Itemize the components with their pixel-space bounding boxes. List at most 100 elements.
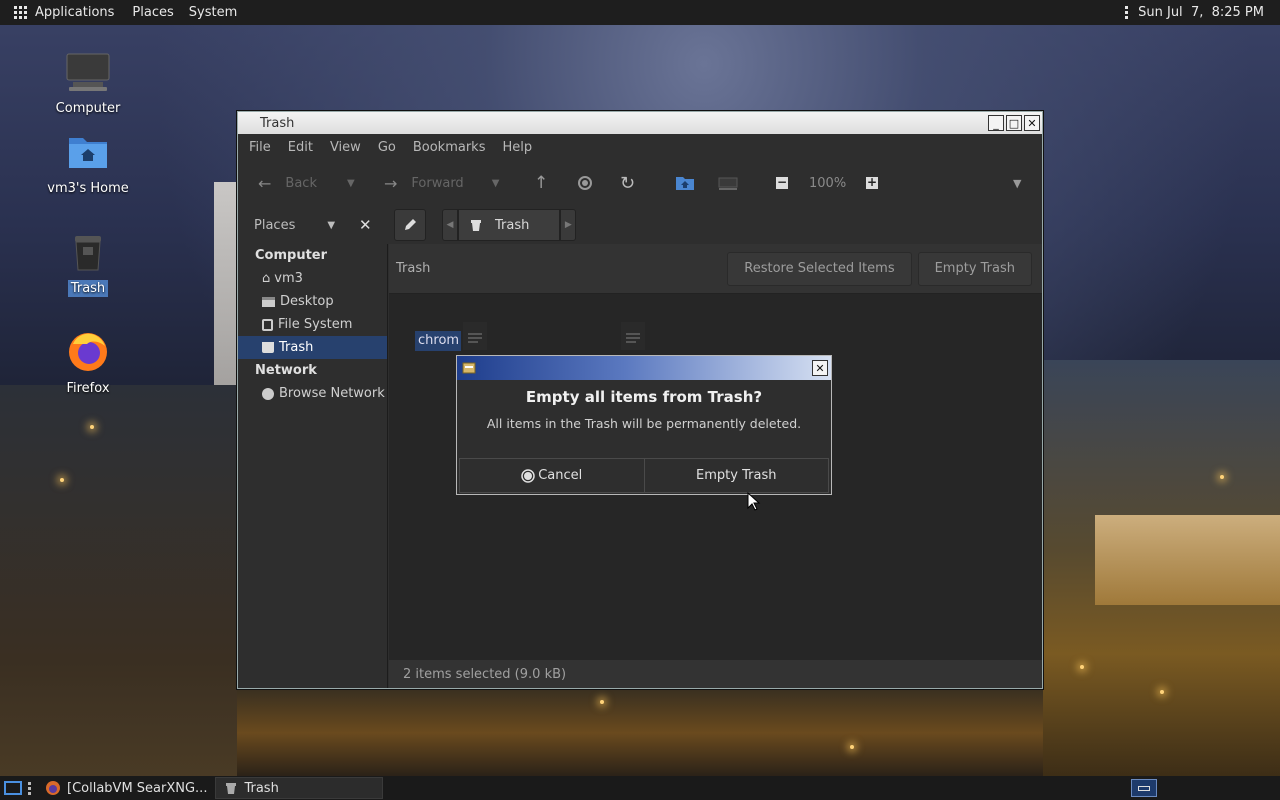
- taskbar-item-trash[interactable]: Trash: [215, 777, 384, 799]
- stop-icon[interactable]: [578, 160, 592, 206]
- taskbar-item-label: Trash: [244, 780, 279, 796]
- wallpaper-street: [237, 690, 1043, 776]
- dialog-close-button[interactable]: ✕: [812, 360, 828, 376]
- menu-edit[interactable]: Edit: [288, 140, 313, 155]
- cancel-icon: [521, 468, 535, 483]
- bottom-panel: [CollabVM SearXNG... Trash: [0, 776, 1280, 800]
- edit-location-button[interactable]: [394, 209, 426, 241]
- taskbar-item-label: [CollabVM SearXNG...: [67, 780, 208, 796]
- desktop-icon-label: Computer: [55, 101, 121, 116]
- file-item-label[interactable]: chrom: [415, 331, 461, 351]
- pathbar: ◀ Trash ▶: [390, 206, 1042, 244]
- menu-places[interactable]: Places: [123, 5, 182, 20]
- toolbar-overflow-icon[interactable]: ▼: [1013, 160, 1021, 206]
- cancel-button[interactable]: Cancel: [460, 459, 644, 492]
- wallpaper-light: [850, 745, 854, 749]
- forward-button[interactable]: → Forward ▼: [384, 160, 499, 206]
- wallpaper-building: [1095, 515, 1280, 605]
- places-label: Places: [254, 217, 296, 233]
- dialog-buttons: Cancel Empty Trash: [459, 458, 829, 493]
- back-label: Back: [285, 175, 317, 191]
- desktop-icon-trash[interactable]: Trash: [38, 230, 138, 297]
- reload-icon[interactable]: ↻: [620, 160, 635, 206]
- menu-help[interactable]: Help: [502, 140, 532, 155]
- globe-icon: [262, 387, 274, 400]
- sidebar-item-label: Browse Network: [279, 386, 385, 401]
- text-file-icon: [621, 322, 645, 350]
- menu-applications[interactable]: Applications: [35, 5, 123, 20]
- menu-file[interactable]: File: [249, 140, 271, 155]
- path-scroll-left[interactable]: ◀: [442, 209, 458, 241]
- wallpaper-light: [1080, 665, 1084, 669]
- path-scroll-right[interactable]: ▶: [560, 209, 577, 241]
- sidebar-item-file-system[interactable]: File System: [238, 313, 387, 336]
- empty-trash-button[interactable]: Empty Trash: [917, 251, 1032, 286]
- wallpaper-light: [1220, 475, 1224, 479]
- menu-system[interactable]: System: [183, 5, 246, 20]
- wallpaper-light: [90, 425, 94, 429]
- home-folder-icon[interactable]: [675, 160, 695, 206]
- keyboard-indicator-icon[interactable]: [1131, 779, 1157, 797]
- home-icon: ⌂: [262, 271, 271, 286]
- menu-view[interactable]: View: [330, 140, 361, 155]
- trash-icon: [226, 783, 237, 794]
- desktop-icon-label: Firefox: [66, 381, 110, 396]
- sidebar-header-network: Network: [255, 363, 317, 378]
- desktop-icon-firefox[interactable]: Firefox: [38, 328, 138, 397]
- file-item[interactable]: [619, 320, 647, 352]
- sidebar-item-vm3[interactable]: ⌂ vm3: [238, 267, 387, 290]
- minimize-button[interactable]: _: [988, 115, 1004, 131]
- panel-handle-icon: [28, 781, 31, 795]
- chevron-down-icon: ▼: [346, 177, 355, 189]
- up-arrow-icon[interactable]: ↑: [534, 160, 548, 206]
- sidebar-item-label: File System: [278, 317, 353, 332]
- wallpaper-building: [0, 385, 237, 780]
- dialog-message: All items in the Trash will be permanent…: [486, 416, 802, 431]
- dialog-titlebar[interactable]: ✕: [457, 356, 831, 380]
- desktop-icon-label: Trash: [67, 280, 109, 297]
- selection-status: 2 items selected (9.0 kB): [403, 666, 567, 682]
- zoom-in-icon[interactable]: +: [866, 160, 878, 206]
- top-panel: Applications Places System Sun Jul 7, 8:…: [0, 0, 1280, 25]
- confirm-empty-trash-button[interactable]: Empty Trash: [643, 459, 828, 492]
- window-title: Trash: [260, 115, 295, 131]
- clock[interactable]: Sun Jul 7, 8:25 PM: [1138, 5, 1264, 20]
- sidebar-item-label: Desktop: [280, 294, 334, 309]
- zoom-out-icon[interactable]: −: [776, 160, 788, 206]
- dialog-heading: Empty all items from Trash?: [525, 388, 763, 406]
- path-segment-trash[interactable]: Trash: [458, 209, 561, 241]
- chevron-down-icon: ▼: [491, 177, 500, 189]
- sidebar-item-trash[interactable]: Trash: [238, 336, 387, 359]
- computer-icon: [66, 53, 110, 91]
- desktop-icon-computer[interactable]: Computer: [38, 52, 138, 117]
- applications-grid-icon[interactable]: [14, 6, 27, 19]
- file-item[interactable]: [461, 320, 489, 352]
- sidebar-item-browse-network[interactable]: Browse Network: [238, 382, 387, 405]
- trash-icon: [75, 236, 101, 271]
- text-file-icon: [463, 322, 487, 350]
- desktop-icon: [262, 296, 275, 307]
- show-desktop-icon[interactable]: [4, 781, 22, 795]
- sidebar-item-label: Trash: [279, 340, 314, 355]
- wallpaper-light: [1160, 690, 1164, 694]
- firefox-icon: [69, 333, 107, 371]
- wallpaper-light: [600, 700, 604, 704]
- sidebar-item-label: vm3: [274, 271, 303, 286]
- zoom-level: 100%: [809, 175, 847, 191]
- close-button[interactable]: ✕: [1024, 115, 1040, 131]
- window-titlebar[interactable]: Trash _ □ ✕: [238, 112, 1042, 134]
- trash-icon: [262, 342, 274, 353]
- desktop-icon-home[interactable]: vm3's Home: [38, 132, 138, 197]
- restore-selected-button[interactable]: Restore Selected Items: [727, 251, 912, 286]
- overflow-menu-icon[interactable]: [1125, 6, 1129, 19]
- places-dropdown[interactable]: Places ▼ ✕: [238, 206, 388, 244]
- menu-bookmarks[interactable]: Bookmarks: [413, 140, 486, 155]
- taskbar-item-browser[interactable]: [CollabVM SearXNG...: [37, 777, 215, 799]
- desktop-icon-label: vm3's Home: [47, 181, 129, 196]
- menu-go[interactable]: Go: [378, 140, 396, 155]
- close-sidebar-icon[interactable]: ✕: [359, 216, 372, 234]
- computer-icon[interactable]: [718, 160, 738, 206]
- sidebar-item-desktop[interactable]: Desktop: [238, 290, 387, 313]
- maximize-button[interactable]: □: [1006, 115, 1022, 131]
- back-button[interactable]: ← Back ▼: [258, 160, 355, 206]
